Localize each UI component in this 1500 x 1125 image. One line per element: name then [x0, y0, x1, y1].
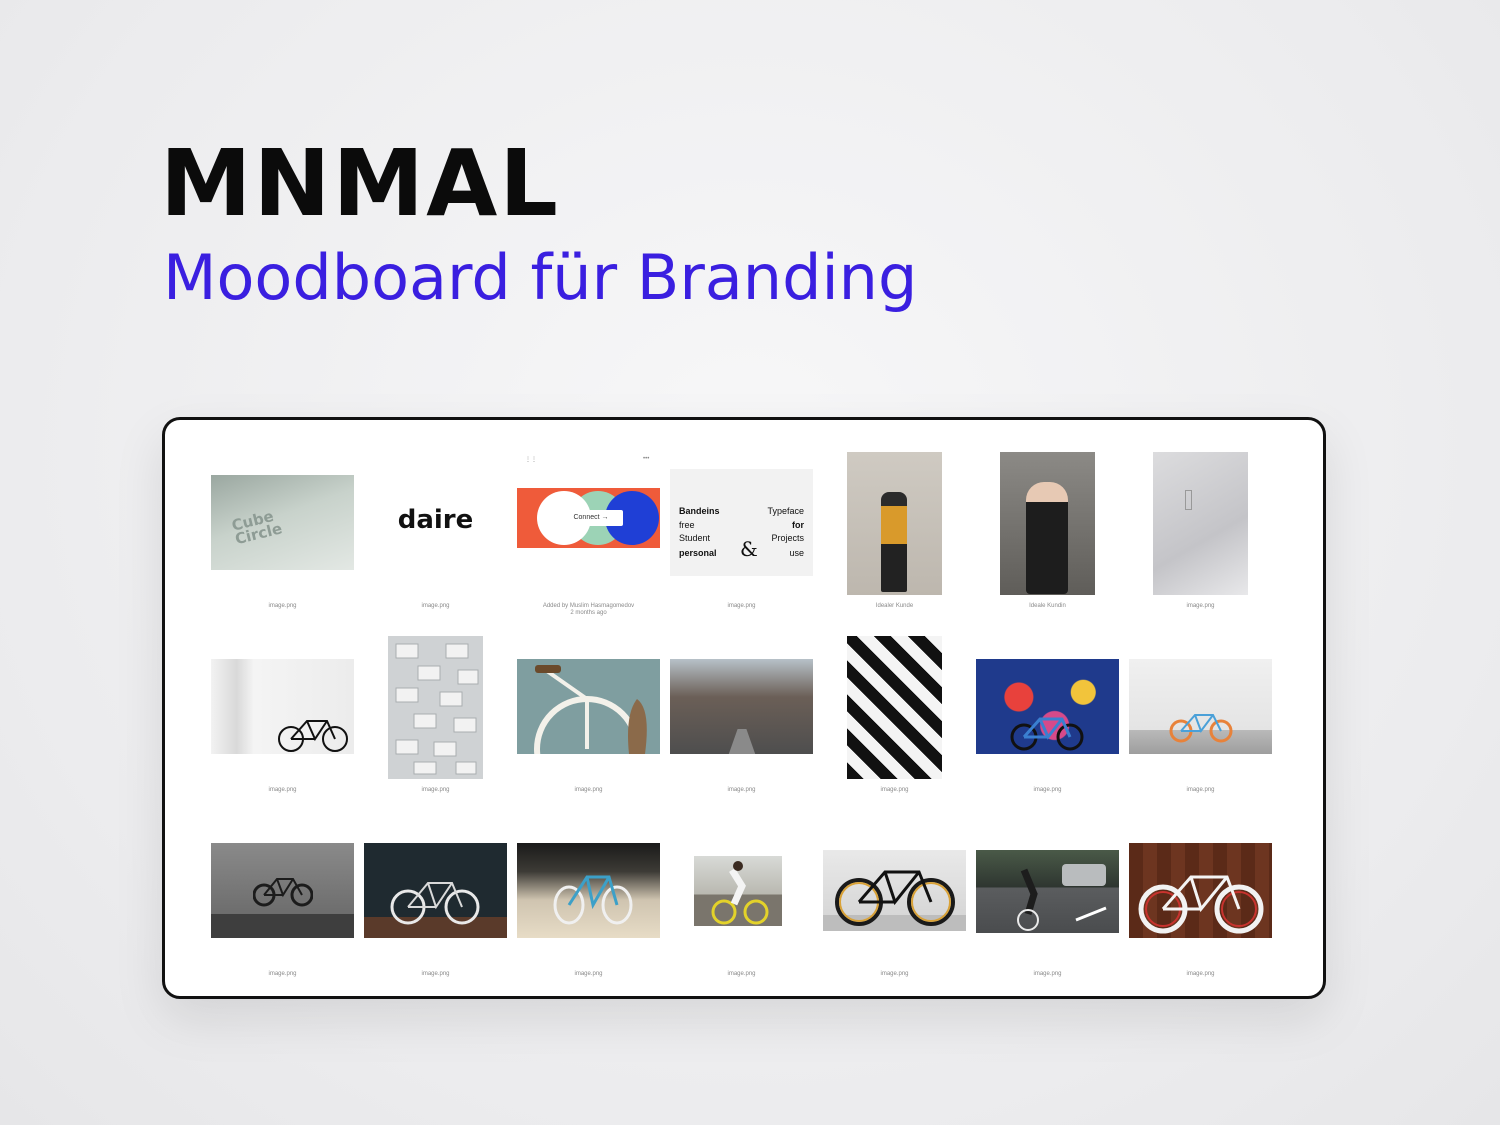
image-thumbnail[interactable]: [694, 856, 782, 926]
image-thumbnail[interactable]: [976, 659, 1119, 754]
image-caption: image.png: [421, 971, 450, 977]
image-caption: image.png: [574, 971, 603, 977]
image-caption: image.png: [421, 603, 450, 609]
image-subcaption: 2 months ago: [570, 610, 607, 616]
image-caption: image.png: [880, 787, 909, 793]
image-caption: image.png: [1033, 971, 1062, 977]
moodboard-canvas: Cube Circle image.png daire image.png ⋮⋮…: [162, 417, 1326, 999]
image-caption: Ideale Kundin: [1029, 603, 1066, 609]
image-thumbnail[interactable]: ⋮⋮ ••• Connect →: [517, 450, 660, 595]
image-caption: Added by Muslim Hasmagomedov: [542, 603, 635, 609]
image-thumbnail[interactable]: [847, 452, 942, 595]
image-caption: image.png: [727, 603, 756, 609]
bicycle-icon: [390, 882, 480, 925]
bicycle-icon: [1010, 717, 1084, 751]
image-thumbnail[interactable]: [1153, 452, 1248, 595]
daire-logo: daire: [397, 505, 474, 535]
image-thumbnail[interactable]: Cube Circle: [211, 475, 354, 570]
image-thumbnail[interactable]: [517, 843, 660, 938]
image-thumbnail[interactable]: [517, 659, 660, 754]
drag-handle-icon[interactable]: ⋮⋮: [525, 456, 537, 463]
image-thumbnail[interactable]: [1000, 452, 1095, 595]
image-thumbnail[interactable]: Bandeins free Student personal Typeface …: [670, 469, 813, 576]
image-thumbnail[interactable]: [211, 659, 354, 754]
bicycle-icon: [553, 875, 633, 925]
image-caption: image.png: [1186, 787, 1215, 793]
image-caption: image.png: [1186, 971, 1215, 977]
image-caption: image.png: [880, 971, 909, 977]
image-thumbnail[interactable]: [1129, 843, 1272, 938]
image-thumbnail[interactable]: [211, 843, 354, 938]
image-thumbnail[interactable]: [670, 659, 813, 754]
image-caption: image.png: [1033, 787, 1062, 793]
image-caption: image.png: [268, 787, 297, 793]
bicycle-icon: [253, 878, 313, 907]
ampersand-glyph: &: [740, 537, 758, 561]
connect-button[interactable]: Connect →: [559, 510, 623, 526]
hero-title: MNMAL: [160, 130, 560, 237]
image-thumbnail[interactable]: [823, 850, 966, 931]
image-caption: Idealer Kunde: [875, 603, 914, 609]
image-thumbnail[interactable]: [847, 636, 942, 779]
bicycle-icon: [1169, 714, 1233, 743]
image-caption: image.png: [421, 787, 450, 793]
image-caption: image.png: [727, 787, 756, 793]
bicycle-icon: [835, 870, 955, 926]
image-caption: image.png: [268, 603, 297, 609]
more-options-icon[interactable]: •••: [643, 456, 649, 462]
image-thumbnail[interactable]: [1129, 659, 1272, 754]
bicycle-icon: [278, 720, 348, 752]
image-thumbnail[interactable]: daire: [364, 475, 507, 570]
image-thumbnail[interactable]: [976, 850, 1119, 933]
cube-card-text: Cube Circle: [229, 506, 284, 549]
image-caption: image.png: [727, 971, 756, 977]
image-thumbnail[interactable]: [364, 843, 507, 938]
image-thumbnail[interactable]: [388, 636, 483, 779]
bicycle-icon: [1138, 875, 1264, 934]
hero-subtitle: Moodboard für Branding: [163, 241, 918, 314]
image-caption: image.png: [1186, 603, 1215, 609]
image-caption: image.png: [268, 971, 297, 977]
image-caption: image.png: [574, 787, 603, 793]
